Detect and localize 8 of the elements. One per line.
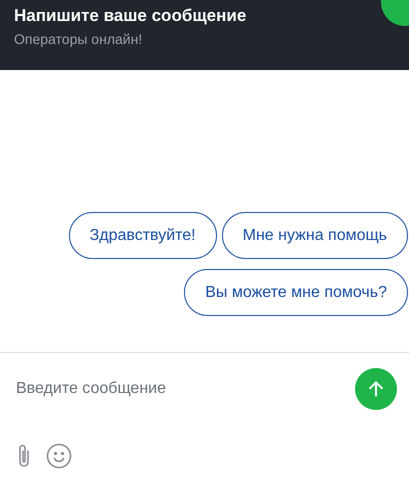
chat-title: Напишите ваше сообщение <box>14 6 248 26</box>
arrow-up-icon <box>366 379 386 399</box>
quick-reply[interactable]: Здравствуйте! <box>68 212 217 259</box>
quick-reply[interactable]: Мне нужна помощь <box>222 212 408 259</box>
send-button[interactable] <box>355 368 397 410</box>
status-text: Операторы онлайн! <box>14 31 144 47</box>
quick-reply[interactable]: Вы можете мне помочь? <box>184 269 408 316</box>
emoji-icon[interactable] <box>46 443 72 469</box>
